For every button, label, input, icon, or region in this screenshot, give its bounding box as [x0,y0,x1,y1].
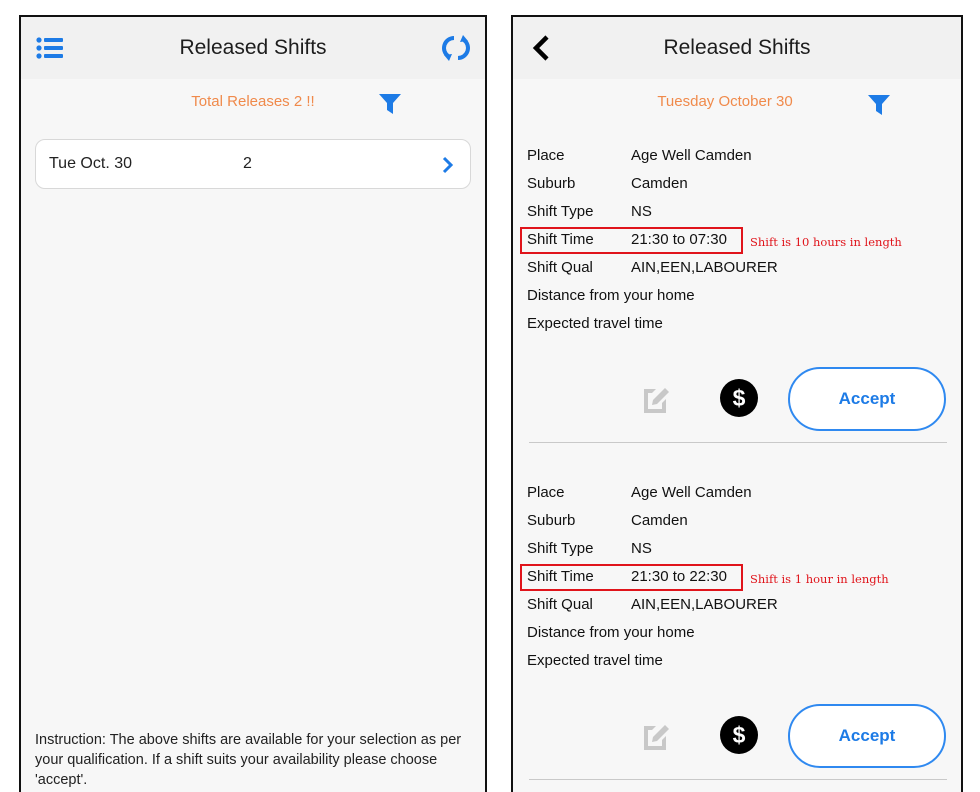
released-shifts-list-screen: Released Shifts Total Releases 2 !! Tue … [19,15,487,792]
shift-length-annotation: Shift is 1 hour in length [750,572,889,586]
highlight-box [520,227,743,254]
highlight-box [520,564,743,591]
distance-label: Distance from your home [527,287,695,304]
pay-rate-button[interactable]: $ [720,716,758,754]
page-title: Released Shifts [663,36,811,59]
instruction-text: Instruction: The above shifts are availa… [35,732,462,788]
distance-label: Distance from your home [527,624,695,641]
travel-time-label: Expected travel time [527,652,663,669]
suburb-value: Camden [631,512,688,529]
place-label: Place [527,484,565,501]
date-heading: Tuesday October 30 [657,93,793,110]
chevron-right-icon [442,156,454,174]
released-shifts-detail-screen: Released Shifts Tuesday October 30 Place… [511,15,963,792]
shift-qual-value: AIN,EEN,LABOURER [631,596,778,613]
divider [529,779,947,780]
page-title: Released Shifts [179,36,327,59]
shift-qual-value: AIN,EEN,LABOURER [631,259,778,276]
date-row[interactable]: Tue Oct. 30 2 [35,139,471,189]
shift-type-value: NS [631,540,652,557]
shift-qual-label: Shift Qual [527,596,593,613]
refresh-icon[interactable] [441,33,471,63]
place-value: Age Well Camden [631,147,752,164]
navbar: Released Shifts [513,17,961,79]
place-label: Place [527,147,565,164]
suburb-value: Camden [631,175,688,192]
list-icon[interactable] [35,33,65,63]
travel-time-label: Expected travel time [527,315,663,332]
accept-button[interactable]: Accept [788,704,946,768]
suburb-label: Suburb [527,175,576,192]
date-row-count: 2 [243,155,252,172]
total-releases-label: Total Releases 2 !! [191,93,315,110]
suburb-label: Suburb [527,512,576,529]
shift-type-label: Shift Type [527,203,594,220]
place-value: Age Well Camden [631,484,752,501]
shift-type-label: Shift Type [527,540,594,557]
shift-type-value: NS [631,203,652,220]
edit-note-icon[interactable] [642,383,670,413]
accept-button[interactable]: Accept [788,367,946,431]
filter-icon[interactable] [379,94,401,114]
date-row-date: Tue Oct. 30 [49,155,132,172]
chevron-left-icon[interactable] [527,33,557,63]
divider [529,442,947,443]
pay-rate-button[interactable]: $ [720,379,758,417]
shift-length-annotation: Shift is 10 hours in length [750,235,902,249]
shift-qual-label: Shift Qual [527,259,593,276]
navbar: Released Shifts [21,17,485,79]
edit-note-icon[interactable] [642,720,670,750]
filter-icon[interactable] [868,95,890,115]
